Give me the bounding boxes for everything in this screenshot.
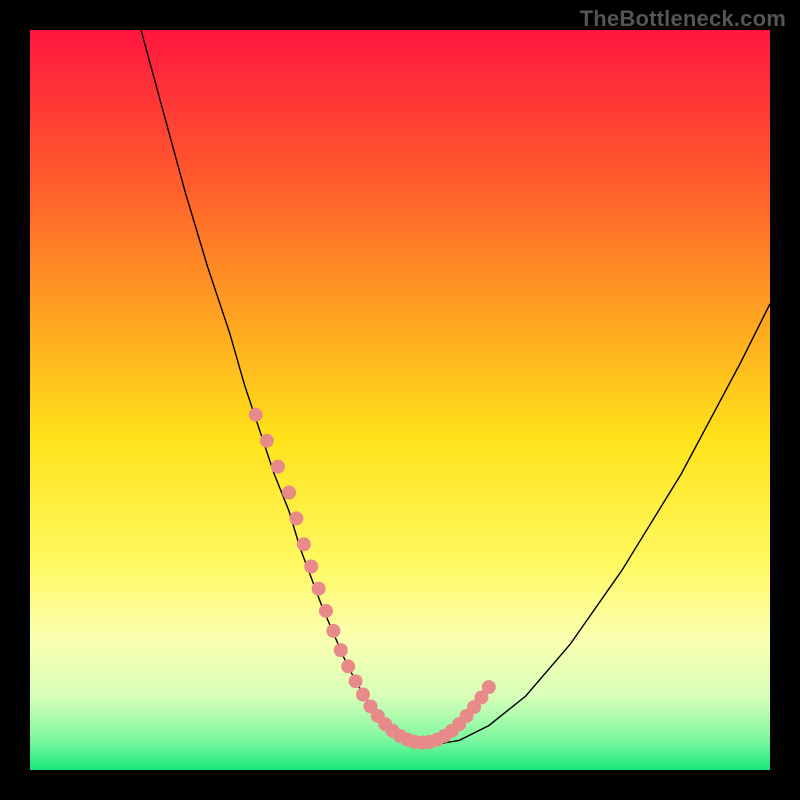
highlight-dots (341, 659, 355, 673)
highlight-dots (326, 624, 340, 638)
chart-container: TheBottleneck.com (0, 0, 800, 800)
highlight-dots (349, 674, 363, 688)
gradient-background (30, 30, 770, 770)
highlight-dots (482, 680, 496, 694)
highlight-dots (282, 486, 296, 500)
highlight-dots (297, 537, 311, 551)
highlight-dots (271, 460, 285, 474)
highlight-dots (289, 511, 303, 525)
highlight-dots (356, 688, 370, 702)
highlight-dots (304, 560, 318, 574)
highlight-dots (319, 604, 333, 618)
highlight-dots (312, 582, 326, 596)
highlight-dots (249, 408, 263, 422)
highlight-dots (260, 434, 274, 448)
watermark-label: TheBottleneck.com (580, 6, 786, 32)
chart-svg (30, 30, 770, 770)
plot-area (30, 30, 770, 770)
highlight-dots (334, 643, 348, 657)
